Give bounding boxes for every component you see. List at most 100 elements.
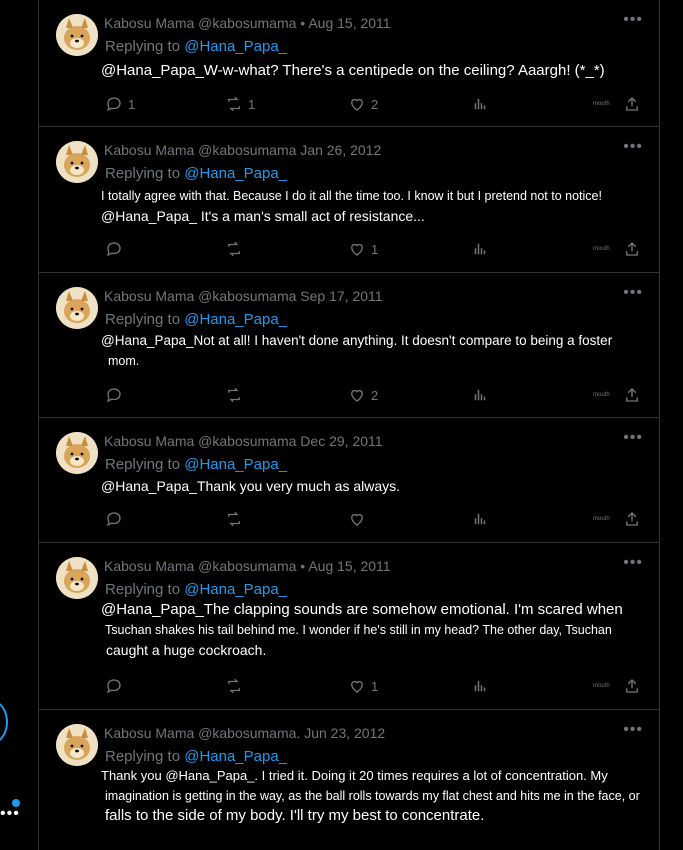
views-button[interactable] bbox=[471, 509, 489, 529]
heart-icon bbox=[351, 680, 363, 693]
retweet-button[interactable] bbox=[225, 385, 248, 405]
replying-handle-link[interactable]: @Hana_Papa_ bbox=[184, 38, 287, 55]
replying-handle-link[interactable]: @Hana_Papa_ bbox=[184, 456, 287, 473]
retweet-button[interactable] bbox=[225, 676, 248, 696]
retweet-button[interactable] bbox=[225, 509, 248, 529]
retweet-button[interactable] bbox=[225, 239, 248, 259]
replying-handle-link[interactable]: @Hana_Papa_ bbox=[184, 581, 287, 598]
tweet[interactable]: Kabosu Mama @kabosumama Sep 17, 2011 •••… bbox=[39, 273, 659, 418]
like-button[interactable]: 1 bbox=[348, 239, 378, 259]
tweet-actions: 1 mouth bbox=[105, 676, 641, 696]
views-icon bbox=[474, 243, 486, 255]
replying-to: Replying to @Hana_Papa_ bbox=[105, 748, 287, 765]
more-options-icon[interactable]: ••• bbox=[623, 12, 643, 28]
replying-to: Replying to @Hana_Papa_ bbox=[105, 38, 287, 55]
reply-button[interactable] bbox=[105, 239, 128, 259]
avatar[interactable] bbox=[56, 287, 98, 329]
views-button[interactable] bbox=[471, 94, 489, 114]
tweet[interactable]: Kabosu Mama @kabosumama • Aug 15, 2011 •… bbox=[39, 543, 659, 710]
tweet-header[interactable]: Kabosu Mama @kabosumama • Aug 15, 2011 bbox=[104, 558, 391, 574]
reply-button[interactable]: 1 bbox=[105, 94, 135, 114]
doge-avatar-icon bbox=[56, 432, 98, 474]
tweet-line: @Hana_Papa_Thank you very much as always… bbox=[101, 478, 401, 494]
views-button[interactable] bbox=[471, 239, 489, 259]
replying-handle-link[interactable]: @Hana_Papa_ bbox=[184, 165, 287, 182]
tweet-header[interactable]: Kabosu Mama @kabosumama Sep 17, 2011 bbox=[104, 288, 383, 304]
views-button[interactable] bbox=[471, 676, 489, 696]
avatar[interactable] bbox=[56, 724, 98, 766]
heart-icon bbox=[351, 243, 363, 256]
tweet[interactable]: Kabosu Mama @kabosumama • Aug 15, 2011 •… bbox=[39, 0, 659, 127]
partial-blue-button[interactable] bbox=[0, 700, 8, 744]
more-options-icon[interactable]: ••• bbox=[623, 139, 643, 155]
replying-label: Replying to bbox=[105, 38, 181, 55]
tweet-header[interactable]: Kabosu Mama @kabosumama. Jun 23, 2012 bbox=[104, 725, 385, 741]
heart-icon bbox=[351, 513, 363, 526]
tweet-actions: mouth bbox=[105, 509, 641, 529]
like-count: 2 bbox=[371, 387, 379, 403]
retweet-icon bbox=[228, 511, 240, 527]
reply-button[interactable] bbox=[105, 676, 128, 696]
more-options-icon[interactable]: ••• bbox=[623, 555, 643, 571]
share-button[interactable] bbox=[623, 94, 641, 114]
replying-handle-link[interactable]: @Hana_Papa_ bbox=[184, 311, 287, 328]
retweet-icon bbox=[228, 241, 240, 257]
avatar[interactable] bbox=[56, 557, 98, 599]
retweet-count: 1 bbox=[248, 96, 256, 112]
retweet-button[interactable]: 1 bbox=[225, 94, 255, 114]
reply-count: 1 bbox=[128, 96, 136, 112]
replying-to: Replying to @Hana_Papa_ bbox=[105, 456, 287, 473]
like-button[interactable]: 2 bbox=[348, 94, 378, 114]
replying-label: Replying to bbox=[105, 581, 181, 598]
replying-label: Replying to bbox=[105, 165, 181, 182]
like-button[interactable] bbox=[348, 509, 371, 529]
share-button[interactable] bbox=[623, 509, 641, 529]
like-button[interactable]: 1 bbox=[348, 676, 378, 696]
more-options-icon[interactable]: ••• bbox=[623, 285, 643, 301]
avatar[interactable] bbox=[56, 432, 98, 474]
like-button[interactable]: 2 bbox=[348, 385, 378, 405]
tweet-line: caught a huge cockroach. bbox=[106, 642, 267, 658]
timeline: Kabosu Mama @kabosumama • Aug 15, 2011 •… bbox=[38, 0, 660, 850]
more-dots-icon[interactable]: ••• bbox=[0, 805, 20, 823]
tweet-line: @Hana_Papa_Not at all! I haven't done an… bbox=[101, 333, 613, 348]
tweet[interactable]: Kabosu Mama @kabosumama Dec 29, 2011 •••… bbox=[39, 418, 659, 543]
doge-avatar-icon bbox=[56, 287, 98, 329]
replying-label: Replying to bbox=[105, 456, 181, 473]
avatar[interactable] bbox=[56, 14, 98, 56]
retweet-icon bbox=[228, 387, 240, 403]
share-button[interactable] bbox=[623, 676, 641, 696]
tweet[interactable]: Kabosu Mama @kabosumama Jan 26, 2012 •••… bbox=[39, 127, 659, 273]
tweet-line: mom. bbox=[108, 354, 140, 368]
like-count: 1 bbox=[371, 241, 379, 257]
doge-avatar-icon bbox=[56, 14, 98, 56]
tweet-header[interactable]: Kabosu Mama @kabosumama Dec 29, 2011 bbox=[104, 433, 383, 449]
like-count: 1 bbox=[371, 678, 379, 694]
reply-button[interactable] bbox=[105, 509, 128, 529]
share-icon bbox=[626, 388, 638, 402]
reply-button[interactable] bbox=[105, 385, 128, 405]
views-icon bbox=[474, 513, 486, 525]
views-icon bbox=[474, 98, 486, 110]
tweet-text: @Hana_Papa_Not at all! I haven't done an… bbox=[101, 331, 641, 371]
more-options-icon[interactable]: ••• bbox=[623, 430, 643, 446]
replying-handle-link[interactable]: @Hana_Papa_ bbox=[184, 748, 287, 765]
tweet-line: @Hana_Papa_W-w-what? There's a centipede… bbox=[101, 62, 605, 79]
views-icon bbox=[474, 389, 486, 401]
share-button[interactable] bbox=[623, 239, 641, 259]
tweet-header[interactable]: Kabosu Mama @kabosumama Jan 26, 2012 bbox=[104, 142, 381, 158]
tweet-line: Thank you @Hana_Papa_. I tried it. Doing… bbox=[101, 768, 608, 783]
tweet[interactable]: Kabosu Mama @kabosumama. Jun 23, 2012 ••… bbox=[39, 710, 659, 850]
more-options-icon[interactable]: ••• bbox=[623, 722, 643, 738]
small-label: mouth bbox=[593, 246, 610, 252]
avatar[interactable] bbox=[56, 141, 98, 183]
doge-avatar-icon bbox=[56, 724, 98, 766]
share-button[interactable] bbox=[623, 385, 641, 405]
views-button[interactable] bbox=[471, 385, 489, 405]
tweet-text: @Hana_Papa_The clapping sounds are someh… bbox=[101, 600, 641, 660]
doge-avatar-icon bbox=[56, 141, 98, 183]
tweet-header[interactable]: Kabosu Mama @kabosumama • Aug 15, 2011 bbox=[104, 15, 391, 31]
tweet-line: @Hana_Papa_The clapping sounds are someh… bbox=[101, 601, 623, 618]
tweet-actions: 1 1 2 mouth bbox=[105, 94, 641, 114]
views-icon bbox=[474, 680, 486, 692]
